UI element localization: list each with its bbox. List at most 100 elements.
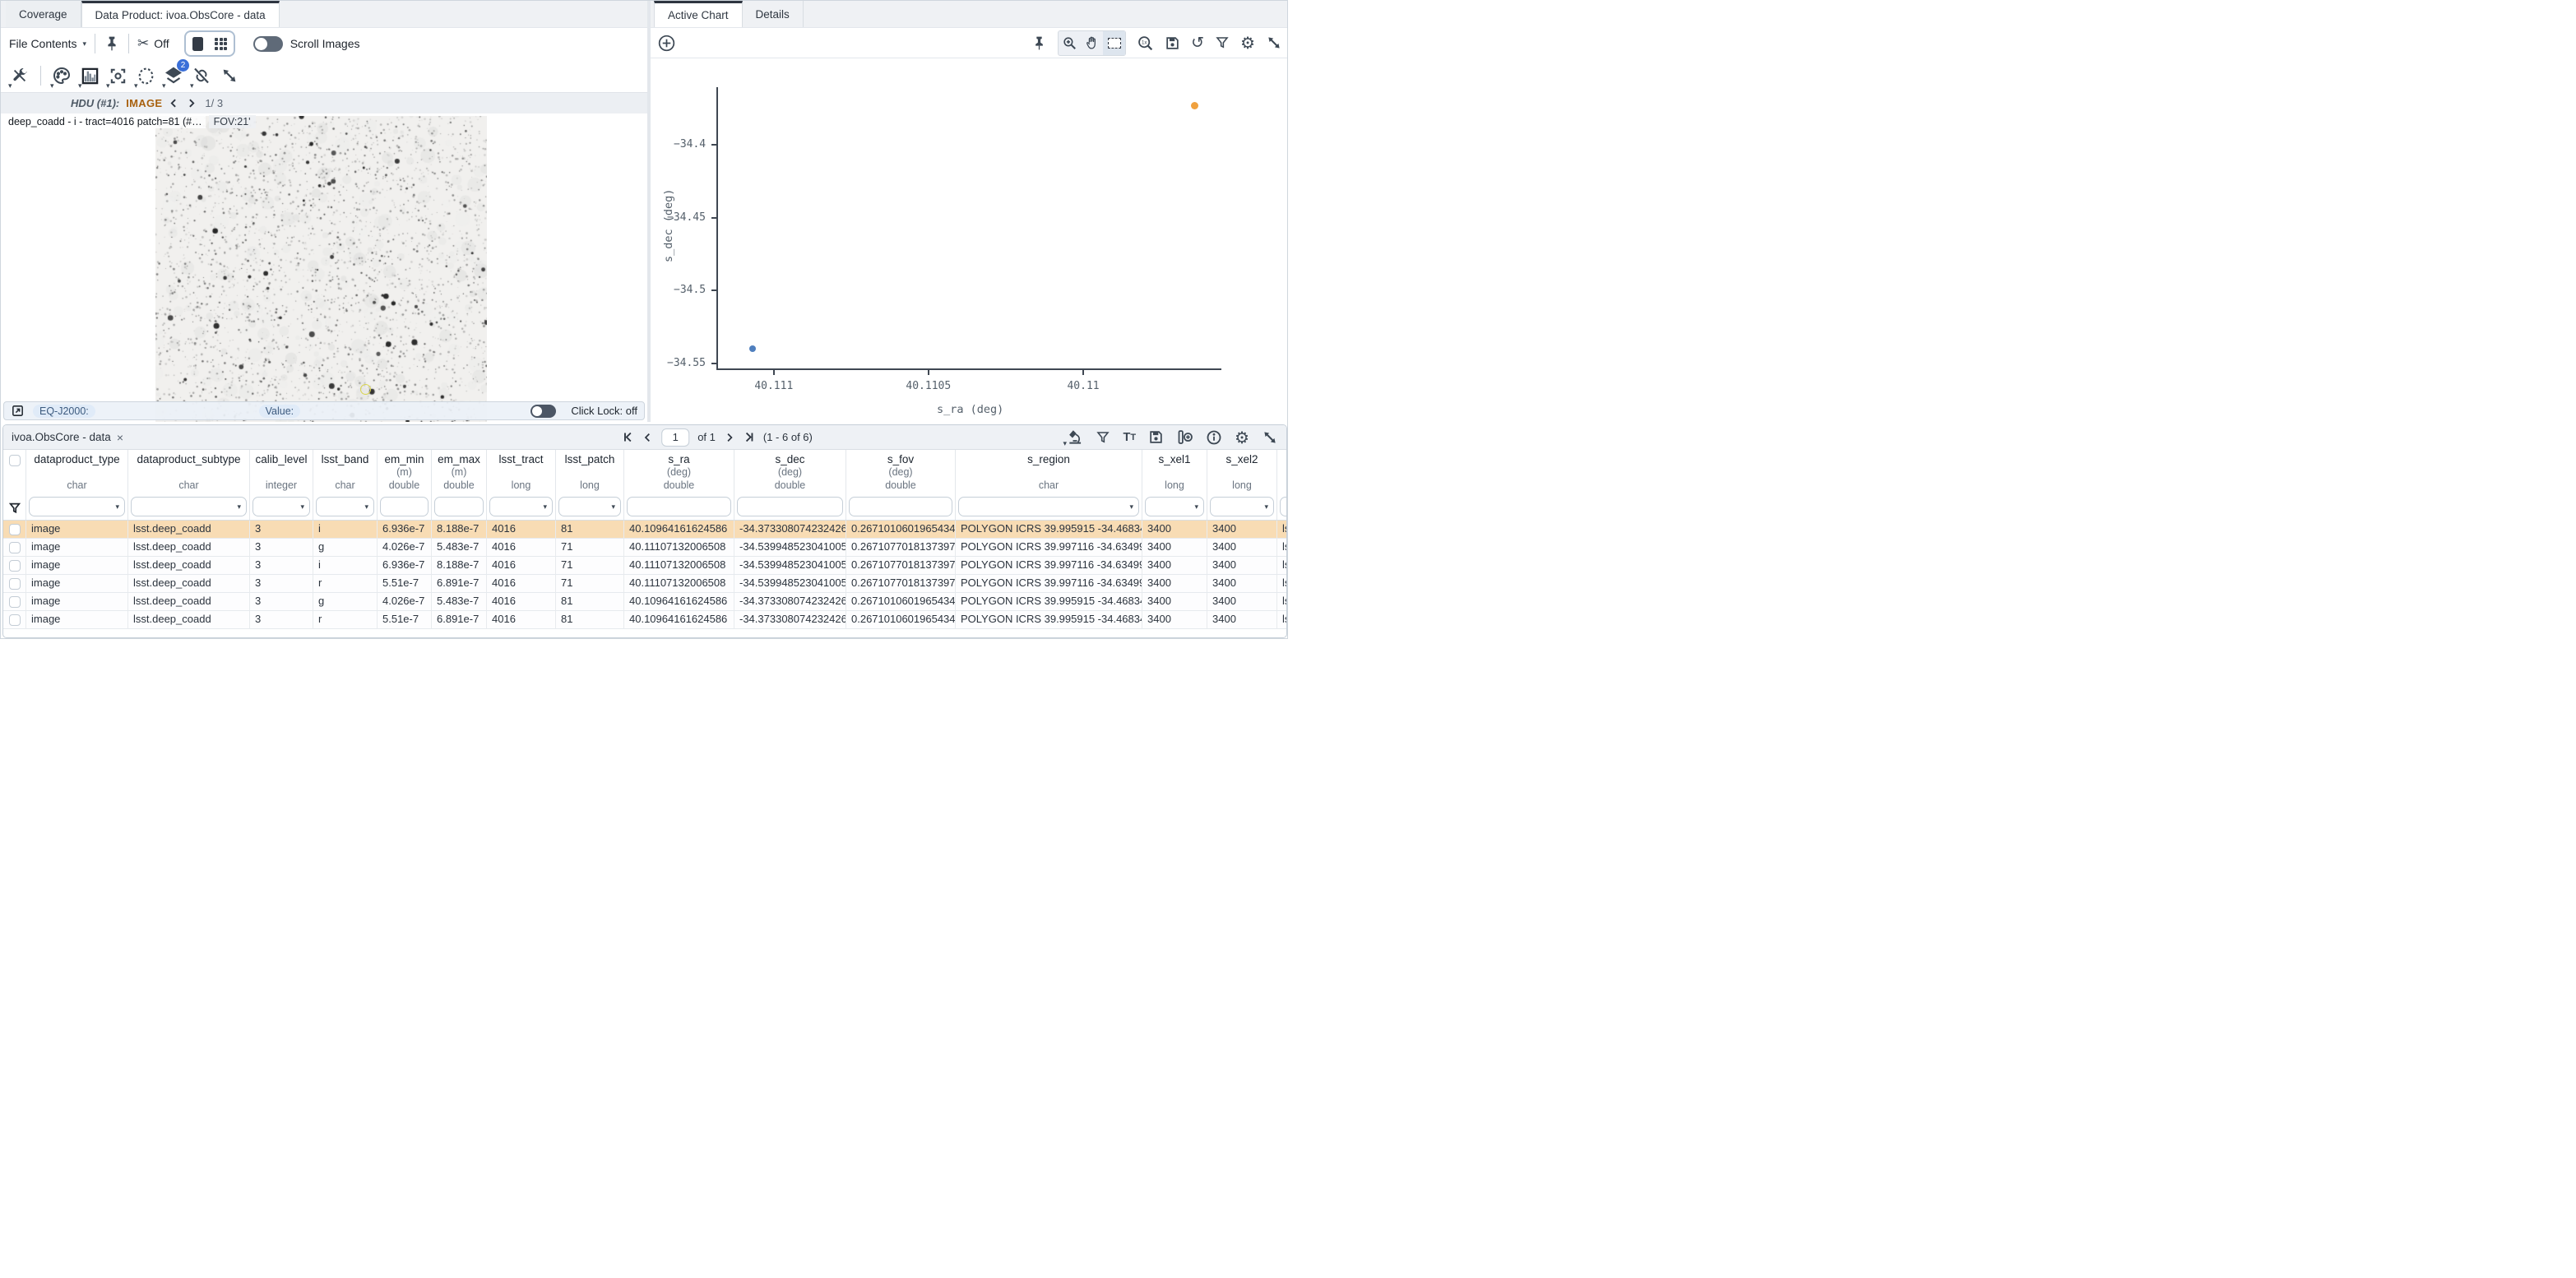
column-header-em_max[interactable]: em_max(m)double — [432, 450, 487, 520]
column-filter-input[interactable]: ▾ — [1210, 497, 1274, 516]
save-icon[interactable] — [1148, 429, 1164, 445]
column-header-lsst_band[interactable]: lsst_bandchar▾ — [313, 450, 378, 520]
grid-view-icon[interactable] — [210, 33, 233, 54]
column-filter-input[interactable]: ▾ — [1145, 497, 1204, 516]
scatter-chart[interactable]: s_dec (deg) s_ra (deg) −34.4−34.45−34.5−… — [651, 58, 1288, 422]
color-palette-icon[interactable]: ▾ — [48, 63, 76, 89]
column-filter-input[interactable] — [627, 497, 731, 516]
row-checkbox[interactable] — [9, 614, 21, 626]
expand-icon[interactable] — [1266, 35, 1282, 51]
hdu-next-icon[interactable] — [186, 97, 197, 109]
column-header-s_xel1[interactable]: s_xel1long▾ — [1142, 450, 1207, 520]
table-row[interactable]: imagelsst.deep_coadd3i6.936e-78.188e-740… — [3, 557, 1286, 575]
zoom-original-icon[interactable]: 1x — [1137, 35, 1154, 52]
hdu-prev-icon[interactable] — [169, 97, 179, 109]
column-type: double — [432, 479, 486, 493]
row-checkbox[interactable] — [9, 578, 21, 590]
select-region-icon[interactable]: ▾ — [132, 63, 160, 89]
table-row[interactable]: imagelsst.deep_coadd3r5.51e-76.891e-7401… — [3, 575, 1286, 593]
column-header-s_dec[interactable]: s_dec(deg)double — [734, 450, 846, 520]
select-all-checkbox[interactable] — [9, 455, 21, 466]
column-filter-input[interactable]: ▾ — [253, 497, 310, 516]
column-header-extra[interactable] — [1277, 450, 1286, 520]
add-column-icon[interactable] — [1176, 428, 1193, 446]
column-filter-input[interactable]: ▾ — [558, 497, 621, 516]
prev-page-icon[interactable] — [642, 432, 653, 443]
column-header-s_fov[interactable]: s_fov(deg)double — [846, 450, 956, 520]
column-filter-input[interactable]: ▾ — [316, 497, 374, 516]
info-icon[interactable] — [1206, 429, 1222, 446]
column-filter-input[interactable] — [434, 497, 484, 516]
column-unit: (m) — [378, 466, 431, 479]
table-row[interactable]: imagelsst.deep_coadd3i6.936e-78.188e-740… — [3, 521, 1286, 539]
column-header-dataproduct_subtype[interactable]: dataproduct_subtypechar▾ — [128, 450, 250, 520]
open-expand-icon[interactable] — [11, 404, 25, 418]
filter-icon[interactable] — [1215, 35, 1230, 50]
zoom-in-icon[interactable] — [1059, 31, 1081, 55]
page-number-input[interactable] — [661, 428, 689, 447]
row-checkbox[interactable] — [9, 542, 21, 553]
settings-icon[interactable]: ⚙ — [1235, 429, 1249, 446]
save-icon[interactable] — [1165, 35, 1180, 51]
row-checkbox[interactable] — [9, 560, 21, 572]
file-contents-dropdown[interactable]: File Contents ▾ — [9, 37, 86, 50]
microscope-icon[interactable]: ▾ — [1067, 429, 1083, 446]
table-row[interactable]: imagelsst.deep_coadd3r5.51e-76.891e-7401… — [3, 611, 1286, 629]
settings-icon[interactable]: ⚙ — [1240, 35, 1255, 51]
table-close-icon[interactable]: × — [117, 431, 123, 444]
next-page-icon[interactable] — [724, 432, 734, 443]
filter-row-icon[interactable] — [8, 502, 21, 515]
pan-hand-icon[interactable] — [1081, 31, 1103, 55]
scroll-images-toggle[interactable] — [253, 36, 283, 52]
tools-icon[interactable]: ▾ — [6, 63, 34, 89]
column-header-calib_level[interactable]: calib_levelinteger▾ — [250, 450, 313, 520]
layers-icon[interactable]: 2 ▾ — [160, 63, 188, 89]
tab-details[interactable]: Details — [743, 1, 804, 27]
column-filter-input[interactable] — [849, 497, 952, 516]
last-page-icon[interactable] — [743, 431, 755, 443]
first-page-icon[interactable] — [622, 431, 634, 443]
column-filter-input[interactable] — [380, 497, 429, 516]
expand-icon[interactable] — [1262, 429, 1278, 446]
column-filter-input[interactable]: ▾ — [958, 497, 1139, 516]
tab-active-chart[interactable]: Active Chart — [654, 1, 743, 27]
table-row[interactable]: imagelsst.deep_coadd3g4.026e-75.483e-740… — [3, 539, 1286, 557]
center-image-icon[interactable]: ▾ — [104, 63, 132, 89]
cut-icon[interactable]: ✂ — [137, 35, 149, 52]
histogram-stretch-icon[interactable]: ▾ — [76, 63, 104, 89]
tab-data-product[interactable]: Data Product: ivoa.ObsCore - data — [81, 1, 280, 27]
column-header-s_xel2[interactable]: s_xel2long▾ — [1207, 450, 1277, 520]
click-lock-toggle[interactable] — [530, 405, 556, 418]
pin-icon[interactable] — [104, 35, 120, 52]
table-row[interactable]: imagelsst.deep_coadd3g4.026e-75.483e-740… — [3, 593, 1286, 611]
filter-icon[interactable] — [1096, 430, 1110, 445]
column-header-s_ra[interactable]: s_ra(deg)double — [624, 450, 734, 520]
add-chart-icon[interactable] — [657, 34, 676, 53]
chart-point[interactable] — [1191, 102, 1198, 109]
tab-coverage[interactable]: Coverage — [6, 1, 81, 27]
text-options-icon[interactable]: TT — [1123, 431, 1136, 444]
column-filter-input[interactable] — [1280, 497, 1286, 516]
table-cell: 6.936e-7 — [378, 557, 432, 574]
restore-icon[interactable]: ↺ — [1191, 35, 1204, 51]
unlink-icon[interactable]: ▾ — [188, 63, 215, 89]
column-filter-input[interactable] — [737, 497, 843, 516]
column-header-s_region[interactable]: s_regionchar▾ — [956, 450, 1142, 520]
column-filter-input[interactable]: ▾ — [29, 497, 125, 516]
expand-icon[interactable] — [215, 63, 243, 89]
column-filter-input[interactable]: ▾ — [131, 497, 247, 516]
column-header-lsst_tract[interactable]: lsst_tractlong▾ — [487, 450, 556, 520]
fits-image[interactable] — [155, 116, 487, 422]
pin-icon[interactable] — [1031, 35, 1047, 51]
data-product-panel: Coverage Data Product: ivoa.ObsCore - da… — [1, 1, 647, 422]
column-header-lsst_patch[interactable]: lsst_patchlong▾ — [556, 450, 624, 520]
row-checkbox[interactable] — [9, 524, 21, 535]
single-view-icon[interactable] — [187, 33, 210, 54]
column-filter-input[interactable]: ▾ — [489, 497, 553, 516]
row-checkbox[interactable] — [9, 596, 21, 608]
column-header-em_min[interactable]: em_min(m)double — [378, 450, 432, 520]
coord-readout-label: EQ-J2000: — [33, 405, 95, 418]
column-header-dataproduct_type[interactable]: dataproduct_typechar▾ — [26, 450, 128, 520]
chart-point[interactable] — [749, 345, 756, 352]
select-area-icon[interactable] — [1103, 31, 1125, 55]
